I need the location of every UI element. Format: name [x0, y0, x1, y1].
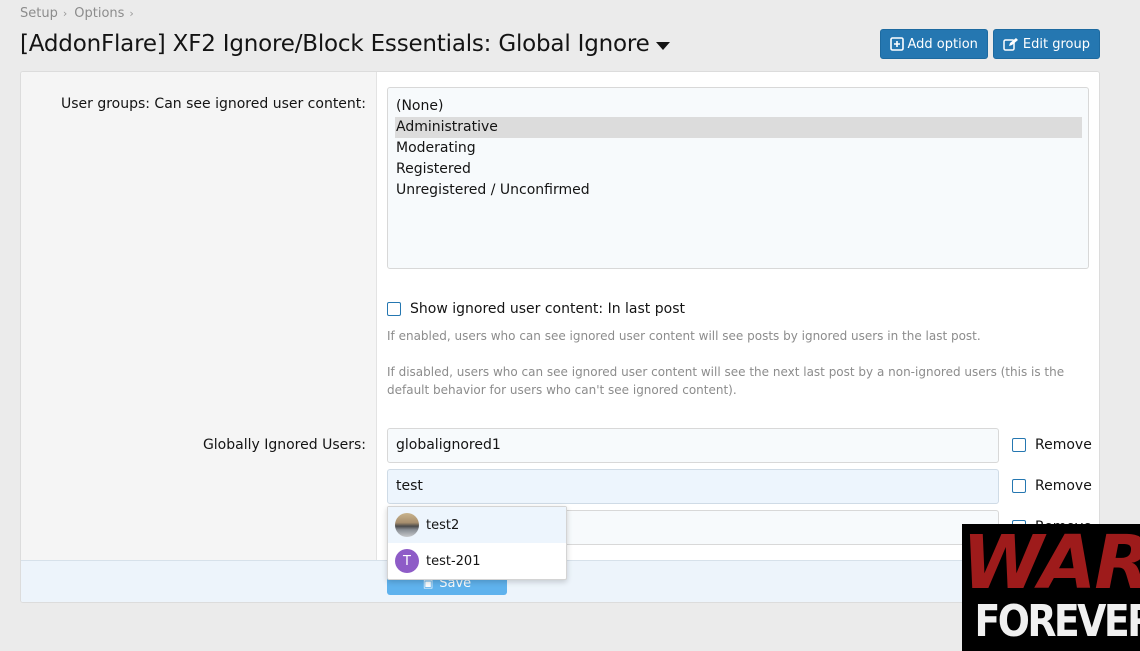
- hint-enabled: If enabled, users who can see ignored us…: [387, 329, 981, 343]
- show-ignored-checkbox[interactable]: [387, 302, 401, 316]
- field-column: (None) Administrative Moderating Registe…: [377, 72, 1099, 560]
- header-buttons: Add option Edit group: [879, 29, 1100, 59]
- show-ignored-label: Show ignored user content: In last post: [410, 301, 685, 317]
- autocomplete-item-name: test2: [426, 517, 460, 533]
- remove-label: Remove: [1035, 437, 1092, 453]
- breadcrumb-options[interactable]: Options: [74, 6, 124, 21]
- edit-group-button[interactable]: Edit group: [992, 29, 1100, 59]
- page-title[interactable]: [AddonFlare] XF2 Ignore/Block Essentials…: [20, 31, 670, 57]
- list-option[interactable]: Registered: [388, 159, 1082, 180]
- ignored-user-input[interactable]: globalignored1: [387, 428, 999, 463]
- chevron-right-icon: ›: [62, 7, 68, 20]
- add-option-label: Add option: [907, 36, 978, 52]
- edit-icon: [1003, 38, 1018, 51]
- autocomplete-dropdown: test2 T test-201: [387, 506, 567, 580]
- remove-option[interactable]: Remove: [1012, 478, 1092, 494]
- remove-checkbox[interactable]: [1012, 479, 1026, 493]
- watermark-line1: WAR: [962, 524, 1140, 606]
- breadcrumb: Setup › Options ›: [20, 6, 141, 21]
- caret-down-icon[interactable]: [655, 41, 670, 50]
- ignored-users-label: Globally Ignored Users:: [202, 437, 366, 453]
- edit-group-label: Edit group: [1022, 36, 1090, 52]
- show-ignored-option[interactable]: Show ignored user content: In last post: [387, 301, 685, 317]
- add-option-button[interactable]: Add option: [879, 29, 988, 59]
- page-title-text: [AddonFlare] XF2 Ignore/Block Essentials…: [20, 31, 650, 57]
- remove-label: Remove: [1035, 478, 1092, 494]
- autocomplete-item-name: test-201: [426, 553, 481, 569]
- watermark-line2: FOREVER: [974, 596, 1140, 647]
- watermark-logo: WAR FOREVER: [962, 524, 1140, 651]
- user-groups-listbox[interactable]: (None) Administrative Moderating Registe…: [387, 87, 1089, 269]
- hint-disabled: If disabled, users who can see ignored u…: [387, 365, 1065, 397]
- label-column: User groups: Can see ignored user conten…: [21, 72, 377, 560]
- remove-option[interactable]: Remove: [1012, 437, 1092, 453]
- chevron-right-icon: ›: [129, 7, 134, 20]
- avatar: T: [395, 549, 419, 573]
- avatar: [395, 513, 419, 537]
- breadcrumb-setup[interactable]: Setup: [20, 6, 58, 21]
- autocomplete-item[interactable]: test2: [388, 507, 566, 543]
- list-option[interactable]: (None): [388, 96, 1082, 117]
- list-option[interactable]: Moderating: [388, 138, 1082, 159]
- remove-checkbox[interactable]: [1012, 438, 1026, 452]
- user-groups-label: User groups: Can see ignored user conten…: [60, 96, 366, 112]
- list-option[interactable]: Unregistered / Unconfirmed: [388, 180, 1082, 201]
- list-option-selected[interactable]: Administrative: [395, 117, 1082, 138]
- plus-square-icon: [889, 37, 904, 51]
- autocomplete-item[interactable]: T test-201: [388, 543, 566, 579]
- ignored-user-input-active[interactable]: test: [387, 469, 999, 504]
